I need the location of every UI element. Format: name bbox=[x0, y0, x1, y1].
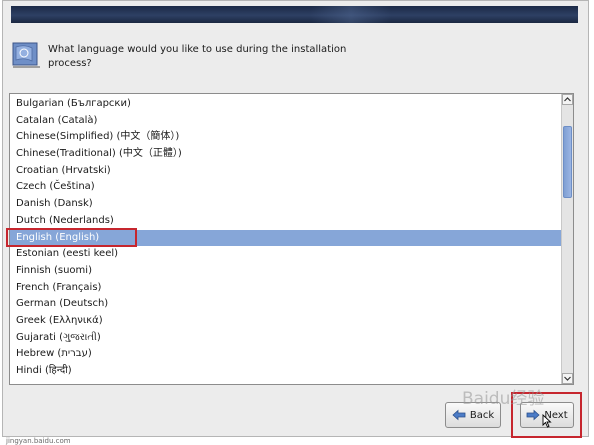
list-item-selected[interactable]: English (English) bbox=[10, 229, 561, 247]
language-question: What language would you like to use duri… bbox=[48, 44, 347, 69]
list-scrollbar[interactable] bbox=[561, 94, 573, 384]
list-item[interactable]: Gujarati (ગુજરાતી) bbox=[10, 330, 561, 347]
list-item[interactable]: German (Deutsch) bbox=[10, 296, 561, 313]
chevron-down-icon bbox=[564, 376, 571, 381]
scroll-thumb[interactable] bbox=[563, 126, 572, 198]
language-flag-icon bbox=[12, 42, 40, 68]
mouse-pointer-icon bbox=[542, 414, 552, 428]
chevron-up-icon bbox=[564, 97, 571, 102]
installer-banner bbox=[11, 6, 578, 23]
language-list[interactable]: Bulgarian (Български) Catalan (Català) Chi… bbox=[10, 96, 561, 380]
back-arrow-icon bbox=[452, 409, 466, 421]
list-item[interactable]: Finnish (suomi) bbox=[10, 263, 561, 280]
list-item[interactable]: Danish (Dansk) bbox=[10, 196, 561, 213]
list-item[interactable]: Bulgarian (Български) bbox=[10, 96, 561, 113]
next-arrow-icon bbox=[526, 409, 540, 421]
language-listbox[interactable]: Bulgarian (Български) Catalan (Català) Chi… bbox=[9, 93, 574, 385]
list-item[interactable]: Chinese(Simplified) (中文（簡体）) bbox=[10, 129, 561, 146]
scroll-down-button[interactable] bbox=[562, 373, 573, 384]
list-item[interactable]: Croatian (Hrvatski) bbox=[10, 163, 561, 180]
back-button[interactable]: Back bbox=[445, 402, 501, 428]
list-item[interactable]: Catalan (Català) bbox=[10, 113, 561, 130]
list-item[interactable]: Czech (Čeština) bbox=[10, 179, 561, 196]
list-item[interactable]: Dutch (Nederlands) bbox=[10, 213, 561, 230]
list-item[interactable]: Estonian (eesti keel) bbox=[10, 246, 561, 263]
list-item[interactable]: Chinese(Traditional) (中文（正體）) bbox=[10, 146, 561, 163]
list-item[interactable]: French (Français) bbox=[10, 280, 561, 297]
scroll-up-button[interactable] bbox=[562, 94, 573, 105]
back-button-label: Back bbox=[469, 409, 495, 421]
list-item[interactable]: Hindi (हिन्दी) bbox=[10, 363, 561, 380]
list-item[interactable]: Hebrew (עברית) bbox=[10, 346, 561, 363]
list-item[interactable]: Greek (Ελληνικά) bbox=[10, 313, 561, 330]
